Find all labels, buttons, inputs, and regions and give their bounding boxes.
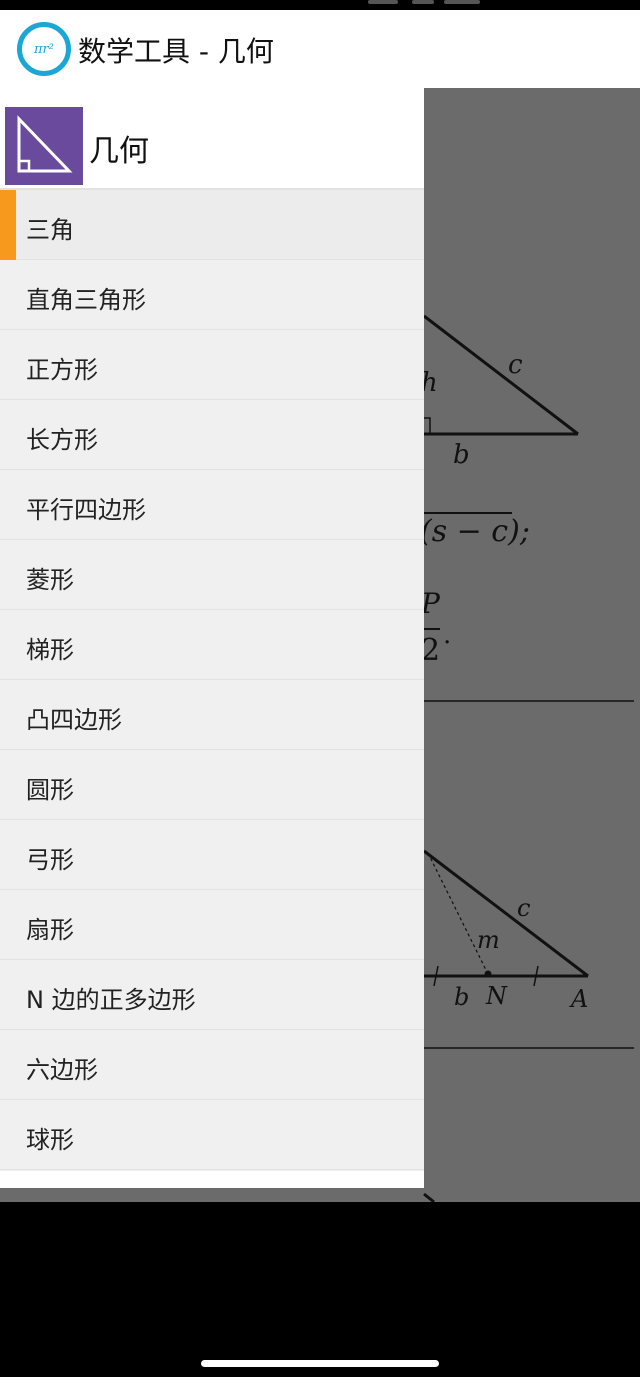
- menu-item[interactable]: 正方形: [0, 330, 424, 400]
- status-bar: [0, 0, 640, 10]
- menu-item-label: 梯形: [26, 636, 74, 664]
- menu-item-label: 正方形: [26, 356, 98, 384]
- signal-icon: [368, 0, 398, 4]
- app-title: 数学工具 - 几何: [78, 35, 274, 68]
- menu-item[interactable]: 弓形: [0, 820, 424, 890]
- menu-item-label: 球形: [26, 1126, 74, 1154]
- menu-item-label: 圆形: [26, 776, 74, 804]
- menu-item-label: 六边形: [26, 1056, 98, 1084]
- median-triangle-side-c: [423, 849, 589, 978]
- menu-item-label: 三角: [26, 216, 74, 244]
- menu-item-label: 菱形: [26, 566, 74, 594]
- menu-item[interactable]: 菱形: [0, 540, 424, 610]
- menu-item[interactable]: 球形: [0, 1100, 424, 1170]
- wifi-icon: [412, 0, 434, 4]
- navigation-drawer: 几何 三角直角三角形正方形长方形平行四边形菱形梯形凸四边形圆形弓形扇形 N 边的正…: [0, 88, 424, 1188]
- menu-item[interactable]: 直角三角形: [0, 260, 424, 330]
- drawer-header: 几何: [0, 88, 424, 190]
- battery-icon: [444, 0, 480, 4]
- menu-item[interactable]: 六边形: [0, 1030, 424, 1100]
- menu-item[interactable]: N 边的正多边形: [0, 960, 424, 1030]
- menu-item[interactable]: 三角: [0, 190, 424, 260]
- point-n: [484, 970, 492, 978]
- formula-area: (s − c);: [420, 514, 530, 549]
- menu-item[interactable]: 平行四边形: [0, 470, 424, 540]
- label-a: A: [571, 985, 589, 1013]
- drawer-footer: [0, 1171, 424, 1188]
- menu-item[interactable]: 圆形: [0, 750, 424, 820]
- drawer-title: 几何: [89, 134, 149, 169]
- label-n: N: [486, 982, 507, 1010]
- menu-item-label: 平行四边形: [26, 496, 146, 524]
- right-triangle-icon: [5, 107, 83, 185]
- triangle-side-c: [423, 314, 579, 436]
- right-angle-mark: [424, 417, 431, 434]
- label-b-median: b: [454, 983, 470, 1011]
- drawer-menu: 三角直角三角形正方形长方形平行四边形菱形梯形凸四边形圆形弓形扇形 N 边的正多边形…: [0, 190, 424, 1170]
- app-bar: πr² 数学工具 - 几何: [0, 10, 640, 88]
- menu-item-label: 扇形: [26, 916, 74, 944]
- menu-item[interactable]: 梯形: [0, 610, 424, 680]
- menu-item-label: N 边的正多边形: [26, 986, 196, 1014]
- system-navigation-bar: [0, 1202, 640, 1377]
- menu-item[interactable]: 凸四边形: [0, 680, 424, 750]
- label-c-median: c: [517, 894, 531, 922]
- menu-item-label: 直角三角形: [26, 286, 146, 314]
- median-line-m: [427, 852, 489, 975]
- app-logo[interactable]: πr²: [17, 22, 71, 76]
- label-b: b: [453, 440, 470, 470]
- menu-item[interactable]: 扇形: [0, 890, 424, 960]
- menu-item[interactable]: 长方形: [0, 400, 424, 470]
- app-logo-text: πr²: [34, 41, 54, 57]
- label-m: m: [477, 926, 500, 954]
- menu-item-label: 长方形: [26, 426, 98, 454]
- partial-figure-line: [423, 1192, 435, 1202]
- menu-item-label: 弓形: [26, 846, 74, 874]
- label-dot: .: [443, 620, 452, 650]
- home-indicator[interactable]: [201, 1360, 439, 1367]
- label-c: c: [508, 350, 523, 380]
- menu-item-label: 凸四边形: [26, 706, 122, 734]
